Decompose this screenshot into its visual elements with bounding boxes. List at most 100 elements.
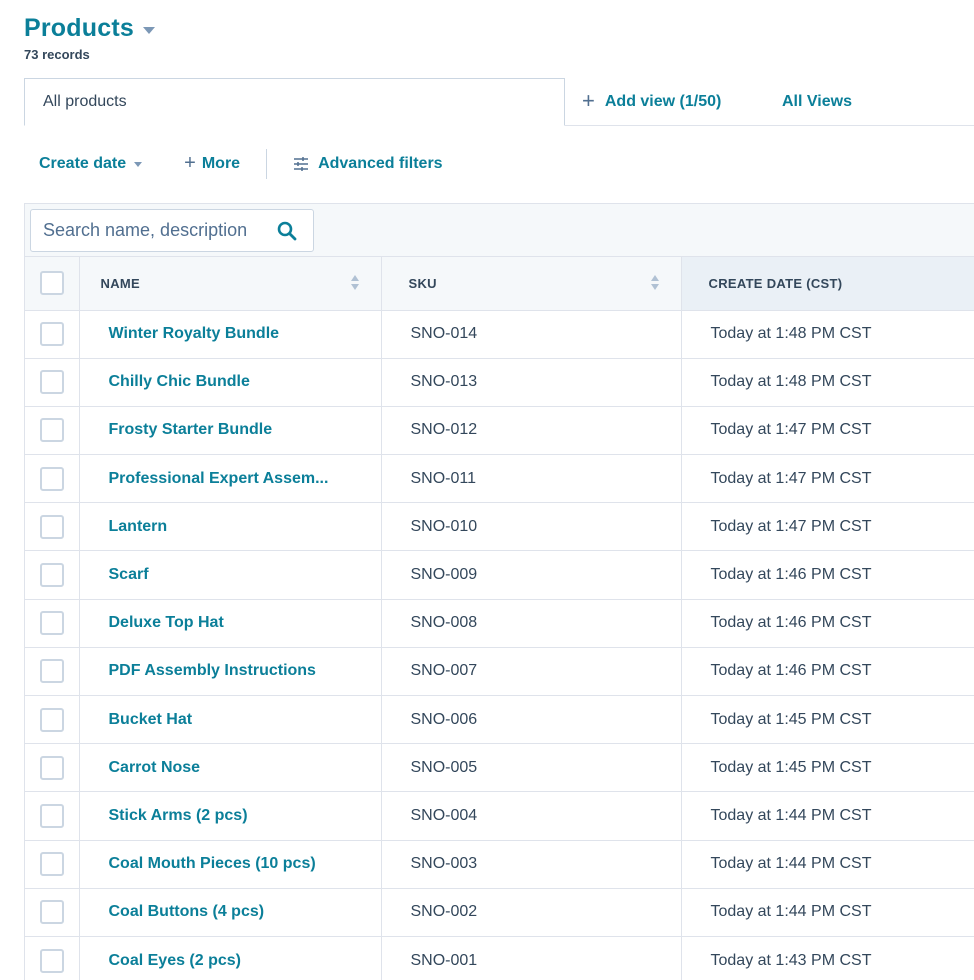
sku-cell: SNO-003 — [381, 840, 682, 889]
sku-cell: SNO-008 — [381, 599, 682, 648]
row-select-cell — [25, 358, 80, 407]
row-checkbox[interactable] — [40, 514, 64, 539]
row-checkbox[interactable] — [40, 755, 64, 780]
divider — [266, 149, 268, 179]
sku-cell: SNO-013 — [381, 358, 682, 407]
product-name-link[interactable]: Professional Expert Assem... — [80, 470, 381, 488]
name-cell: Scarf — [79, 550, 382, 600]
select-all-header — [25, 257, 80, 311]
search-input[interactable] — [43, 220, 263, 241]
all-views-link[interactable]: All Views — [782, 78, 852, 126]
table-row: Coal Eyes (2 pcs) SNO-001 Today at 1:43 PM… — [25, 936, 974, 980]
name-cell: Coal Mouth Pieces (10 pcs) — [79, 840, 382, 889]
product-name-link[interactable]: Coal Eyes (2 pcs) — [80, 952, 381, 970]
row-checkbox[interactable] — [40, 370, 64, 395]
product-name-link[interactable]: Frosty Starter Bundle — [80, 421, 381, 439]
row-select-cell — [25, 743, 80, 793]
create-date-cell: Today at 1:46 PM CST — [681, 550, 974, 600]
product-name-link[interactable]: Winter Royalty Bundle — [80, 325, 381, 343]
sku-cell: SNO-006 — [381, 695, 682, 745]
product-name-link[interactable]: Bucket Hat — [80, 711, 381, 729]
name-cell: Frosty Starter Bundle — [79, 406, 382, 456]
row-select-cell — [25, 406, 80, 456]
table-row: PDF Assembly Instructions SNO-007 Today at… — [25, 647, 974, 697]
table-row: Chilly Chic Bundle SNO-013 Today at 1:48 P… — [25, 358, 974, 407]
table-row: Stick Arms (2 pcs) SNO-004 Today at 1:44 P… — [25, 791, 974, 841]
product-name-link[interactable]: Coal Mouth Pieces (10 pcs) — [80, 855, 381, 873]
row-checkbox[interactable] — [40, 466, 64, 491]
row-select-cell — [25, 888, 80, 937]
table-row: Winter Royalty Bundle SNO-014 Today at 1:4… — [25, 310, 974, 359]
sku-cell: SNO-001 — [381, 936, 682, 980]
more-filters-button[interactable]: + More — [184, 151, 241, 175]
name-cell: PDF Assembly Instructions — [79, 647, 382, 697]
column-header-create-date[interactable]: CREATE DATE (CST) — [681, 257, 974, 311]
search-icon[interactable] — [277, 221, 297, 246]
title-row: Products — [24, 14, 155, 43]
plus-icon: + — [184, 151, 196, 174]
row-checkbox[interactable] — [40, 900, 64, 925]
row-select-cell — [25, 502, 80, 552]
table-row: Coal Buttons (4 pcs) SNO-002 Today at 1:44… — [25, 888, 974, 937]
create-date-cell: Today at 1:47 PM CST — [681, 502, 974, 552]
table-header-row: NAME SKU CREATE DATE (CST) — [25, 257, 974, 311]
row-checkbox[interactable] — [40, 852, 64, 877]
product-name-link[interactable]: Stick Arms (2 pcs) — [80, 807, 381, 825]
row-checkbox[interactable] — [40, 611, 64, 636]
record-count: 73 records — [24, 47, 90, 62]
sku-cell: SNO-005 — [381, 743, 682, 793]
chevron-down-icon — [134, 161, 143, 167]
create-date-cell: Today at 1:44 PM CST — [681, 840, 974, 889]
row-checkbox[interactable] — [40, 948, 64, 973]
select-all-checkbox[interactable] — [40, 271, 64, 296]
product-name-link[interactable]: Deluxe Top Hat — [80, 614, 381, 632]
row-select-cell — [25, 454, 80, 504]
sku-cell: SNO-009 — [381, 550, 682, 600]
title-dropdown-caret-icon[interactable] — [142, 27, 155, 34]
product-name-link[interactable]: Lantern — [80, 518, 381, 536]
add-view-label: Add view (1/50) — [604, 93, 722, 110]
table-row: Frosty Starter Bundle SNO-012 Today at 1:4… — [25, 406, 974, 456]
column-header-name[interactable]: NAME — [79, 257, 382, 311]
product-name-link[interactable]: Carrot Nose — [80, 759, 381, 777]
table-row: Coal Mouth Pieces (10 pcs) SNO-003 Today a… — [25, 840, 974, 889]
search-box — [30, 209, 314, 252]
tab-all-products[interactable]: All products — [24, 78, 565, 126]
sliders-icon — [293, 156, 309, 172]
create-date-cell: Today at 1:45 PM CST — [681, 743, 974, 793]
column-header-sku[interactable]: SKU — [381, 257, 682, 311]
create-date-filter[interactable]: Create date — [39, 155, 143, 173]
product-name-link[interactable]: Coal Buttons (4 pcs) — [80, 903, 381, 921]
row-checkbox[interactable] — [40, 659, 64, 684]
page-title[interactable]: Products — [24, 14, 134, 43]
products-table-container: NAME SKU CREATE DATE (CST) Winter Royalt… — [24, 203, 974, 980]
table-row: Scarf SNO-009 Today at 1:46 PM CST — [25, 550, 974, 600]
row-checkbox[interactable] — [40, 563, 64, 588]
product-name-link[interactable]: Chilly Chic Bundle — [80, 373, 381, 391]
row-checkbox[interactable] — [40, 707, 64, 732]
create-date-cell: Today at 1:45 PM CST — [681, 695, 974, 745]
create-date-cell: Today at 1:48 PM CST — [681, 358, 974, 407]
products-table: NAME SKU CREATE DATE (CST) Winter Royalt… — [25, 257, 974, 980]
product-name-link[interactable]: PDF Assembly Instructions — [80, 662, 381, 680]
row-select-cell — [25, 791, 80, 841]
create-date-filter-label: Create date — [39, 155, 127, 172]
row-checkbox[interactable] — [40, 322, 64, 347]
row-checkbox[interactable] — [40, 418, 64, 443]
sort-icon[interactable] — [650, 275, 659, 290]
row-select-cell — [25, 936, 80, 980]
name-cell: Coal Buttons (4 pcs) — [79, 888, 382, 937]
sku-cell: SNO-002 — [381, 888, 682, 937]
table-row: Lantern SNO-010 Today at 1:47 PM CST — [25, 502, 974, 552]
name-cell: Bucket Hat — [79, 695, 382, 745]
table-body: Winter Royalty Bundle SNO-014 Today at 1:4… — [25, 310, 974, 980]
more-filters-label: More — [201, 155, 241, 172]
column-header-create-date-label: CREATE DATE (CST) — [708, 275, 843, 291]
table-row: Carrot Nose SNO-005 Today at 1:45 PM CST — [25, 743, 974, 793]
product-name-link[interactable]: Scarf — [80, 566, 381, 584]
row-checkbox[interactable] — [40, 803, 64, 828]
sort-icon[interactable] — [350, 275, 359, 290]
add-view-button[interactable]: + Add view (1/50) — [582, 78, 721, 126]
advanced-filters-button[interactable]: Advanced filters — [293, 155, 443, 173]
name-cell: Lantern — [79, 502, 382, 552]
